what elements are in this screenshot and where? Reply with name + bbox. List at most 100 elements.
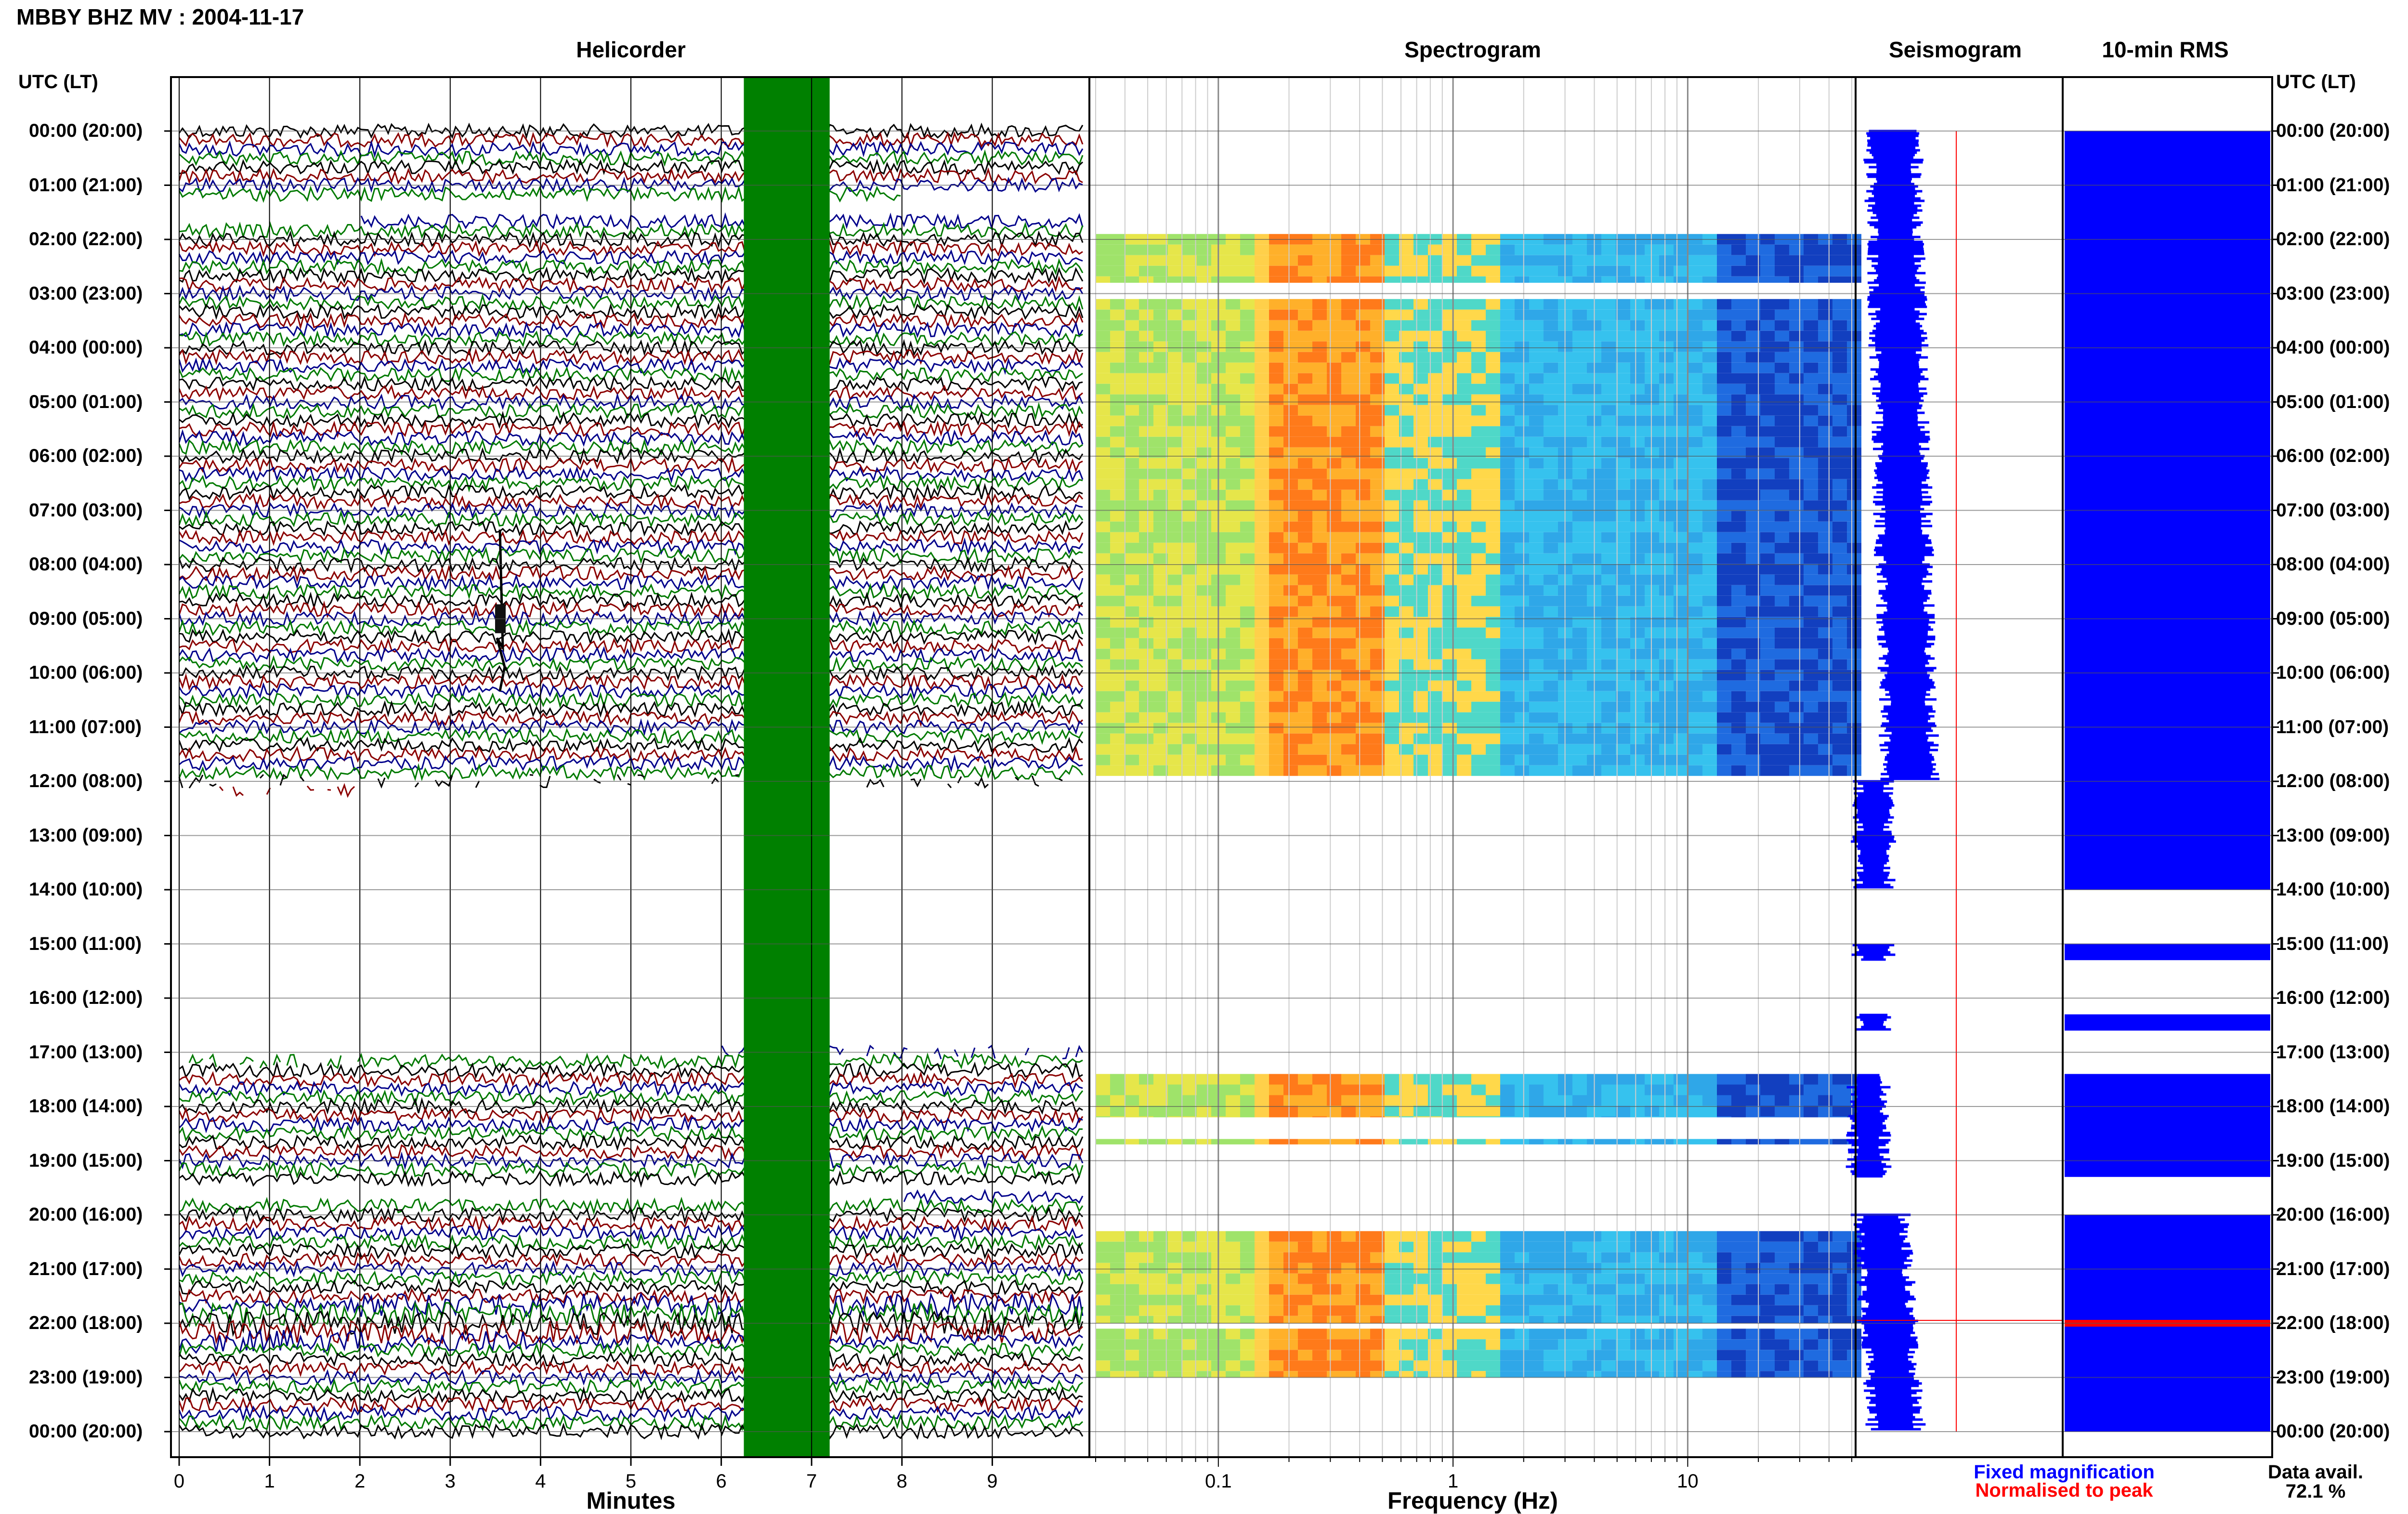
spectrogram-cell bbox=[1197, 701, 1211, 712]
spectrogram-cell bbox=[1616, 1084, 1630, 1095]
spectrogram-cell bbox=[1731, 595, 1746, 606]
spectrogram-cell bbox=[1471, 670, 1486, 681]
spectrogram-cell bbox=[1226, 394, 1240, 405]
spectrogram-cell bbox=[1674, 341, 1688, 352]
spectrogram-cell bbox=[1125, 468, 1139, 479]
spectrogram-cell bbox=[1327, 489, 1341, 500]
spectrogram-cell bbox=[1327, 744, 1341, 755]
spectrogram-cell bbox=[1385, 1106, 1399, 1117]
spectrogram-cell bbox=[1442, 595, 1457, 606]
spectrogram-cell bbox=[1327, 659, 1341, 670]
spectrogram-cell bbox=[1298, 394, 1312, 405]
spectrogram-cell bbox=[1645, 1273, 1659, 1284]
spectrogram-cell bbox=[1139, 373, 1153, 384]
spectrogram-cell bbox=[1168, 255, 1182, 266]
spectrogram-cell bbox=[1341, 659, 1356, 670]
spectrogram-cell bbox=[1327, 1273, 1341, 1284]
spectrogram-cell bbox=[1125, 712, 1139, 723]
spectrogram-cell bbox=[1283, 1284, 1298, 1295]
spectrogram-cell bbox=[1529, 627, 1544, 638]
spectrogram-cell bbox=[1413, 542, 1428, 553]
helicorder-x-tick-label: 7 bbox=[806, 1471, 817, 1492]
spectrogram-cell bbox=[1182, 1074, 1197, 1085]
spectrogram-cell bbox=[1645, 394, 1659, 405]
spectrogram-cell bbox=[1413, 394, 1428, 405]
spectrogram-cell bbox=[1226, 265, 1240, 276]
spectrogram-cell bbox=[1674, 1095, 1688, 1106]
spectrogram-cell bbox=[1500, 1241, 1515, 1252]
spectrogram-cell bbox=[1153, 1116, 1168, 1118]
spectrogram-cell bbox=[1110, 1074, 1125, 1085]
spectrogram-cell bbox=[1760, 595, 1775, 606]
spectrogram-cell bbox=[1544, 585, 1558, 596]
spectrogram-cell bbox=[1283, 320, 1298, 331]
spectrogram-cell bbox=[1110, 255, 1125, 266]
spectrogram-cell bbox=[1616, 648, 1630, 659]
spectrogram-cell bbox=[1255, 405, 1269, 416]
spectrogram-cell bbox=[1731, 1252, 1746, 1263]
spectrogram-cell bbox=[1457, 265, 1471, 276]
spectrogram-cell bbox=[1327, 670, 1341, 681]
spectrogram-cell bbox=[1269, 426, 1283, 437]
spectrogram-cell bbox=[1717, 733, 1731, 744]
spectrogram-cell bbox=[1702, 489, 1717, 500]
spectrogram-cell bbox=[1283, 299, 1298, 310]
spectrogram-cell bbox=[1760, 564, 1775, 575]
spectrogram-cell bbox=[1341, 436, 1356, 448]
spectrogram-cell bbox=[1804, 1139, 1818, 1145]
spectrogram-cell bbox=[1832, 712, 1847, 723]
spectrogram-cell bbox=[1544, 405, 1558, 416]
spectrogram-cell bbox=[1775, 754, 1789, 765]
spectrogram-cell bbox=[1500, 1360, 1515, 1371]
spectrogram-cell bbox=[1818, 479, 1832, 490]
spectrogram-cell bbox=[1544, 595, 1558, 606]
spectrogram-cell bbox=[1226, 426, 1240, 437]
spectrogram-cell bbox=[1153, 1284, 1168, 1295]
spectrogram-cell bbox=[1818, 489, 1832, 500]
spectrogram-cell bbox=[1486, 426, 1500, 437]
spectrogram-cell bbox=[1240, 1139, 1255, 1145]
spectrogram-cell bbox=[1442, 627, 1457, 638]
spectrogram-cell bbox=[1659, 255, 1674, 266]
spectrogram-cell bbox=[1659, 680, 1674, 691]
spectrogram-cell bbox=[1529, 712, 1544, 723]
spectrogram-cell bbox=[1413, 244, 1428, 255]
spectrogram-cell bbox=[1327, 479, 1341, 490]
spectrogram-cell bbox=[1544, 1084, 1558, 1095]
spectrogram-cell bbox=[1442, 1305, 1457, 1316]
spectrogram-cell bbox=[1255, 691, 1269, 702]
spectrogram-cell bbox=[1515, 309, 1529, 320]
spectrogram-cell bbox=[1804, 1360, 1818, 1371]
spectrogram-cell bbox=[1197, 1284, 1211, 1295]
spectrogram-cell bbox=[1139, 500, 1153, 511]
spectrogram-cell bbox=[1096, 500, 1110, 511]
spectrogram-cell bbox=[1096, 564, 1110, 575]
spectrogram-cell bbox=[1515, 500, 1529, 511]
spectrogram-cell bbox=[1255, 1360, 1269, 1371]
spectrogram-cell bbox=[1515, 1273, 1529, 1284]
spectrogram-cell bbox=[1500, 532, 1515, 543]
spectrogram-cell bbox=[1269, 489, 1283, 500]
spectrogram-cell bbox=[1760, 394, 1775, 405]
spectrogram-cell bbox=[1240, 1074, 1255, 1085]
spectrogram-cell bbox=[1226, 659, 1240, 670]
spectrogram-cell bbox=[1515, 765, 1529, 776]
spectrogram-cell bbox=[1139, 670, 1153, 681]
spectrogram-cell bbox=[1515, 436, 1529, 448]
spectrogram-cell bbox=[1659, 1116, 1674, 1118]
spectrogram-cell bbox=[1226, 712, 1240, 723]
spectrogram-cell bbox=[1601, 458, 1616, 469]
spectrogram-cell bbox=[1255, 680, 1269, 691]
spectrogram-cell bbox=[1688, 394, 1702, 405]
spectrogram-cell bbox=[1500, 362, 1515, 373]
spectrogram-cell bbox=[1818, 1084, 1832, 1095]
spectrogram-cell bbox=[1760, 765, 1775, 776]
spectrogram-cell bbox=[1688, 405, 1702, 416]
spectrogram-cell bbox=[1760, 574, 1775, 585]
spectrogram-cell bbox=[1760, 680, 1775, 691]
spectrogram-cell bbox=[1182, 754, 1197, 765]
spectrogram-cell bbox=[1471, 712, 1486, 723]
spectrogram-cell bbox=[1269, 1074, 1283, 1085]
spectrogram-cell bbox=[1471, 320, 1486, 331]
spectrogram-cell bbox=[1674, 1316, 1688, 1323]
